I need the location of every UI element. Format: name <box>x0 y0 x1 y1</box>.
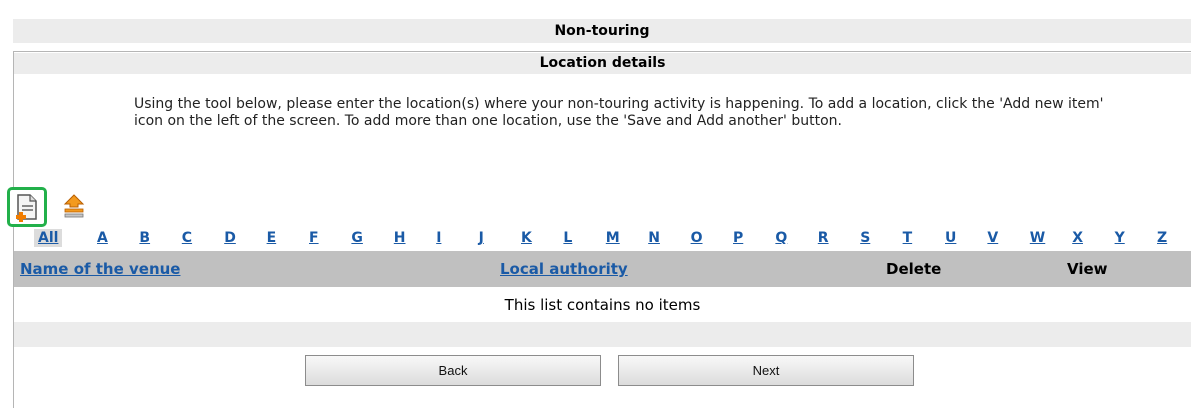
filter-letter-y[interactable]: Y <box>1115 229 1125 247</box>
filter-letter-s[interactable]: S <box>860 229 870 247</box>
filter-letter-m[interactable]: M <box>606 229 620 247</box>
filter-letter-n[interactable]: N <box>648 229 660 247</box>
filter-letter-d[interactable]: D <box>224 229 236 247</box>
filter-letter-v[interactable]: V <box>987 229 998 247</box>
column-header-view: View <box>1067 260 1108 278</box>
filter-letter-a[interactable]: A <box>97 229 108 247</box>
column-header-local-authority[interactable]: Local authority <box>500 251 628 287</box>
filter-letter-p[interactable]: P <box>733 229 743 247</box>
table-footer <box>14 322 1191 347</box>
upload-icon <box>63 194 85 218</box>
filter-letter-f[interactable]: F <box>309 229 319 247</box>
section-title: Location details <box>14 53 1191 74</box>
add-new-item-icon <box>16 194 37 222</box>
column-header-delete: Delete <box>886 260 942 278</box>
empty-list-message: This list contains no items <box>504 296 701 314</box>
filter-letter-g[interactable]: G <box>351 229 363 247</box>
instructions-text: Using the tool below, please enter the l… <box>134 96 1104 129</box>
alphabet-filter: All A B C D E F G H I J K L M N O P Q R S T U V W X Y Z <box>14 229 1191 249</box>
page-title: Non-touring <box>13 19 1191 43</box>
filter-all-link[interactable]: All <box>34 229 63 247</box>
filter-letter-r[interactable]: R <box>818 229 829 247</box>
table-header: Name of the venue Local authority Delete… <box>14 251 1191 287</box>
filter-letter-h[interactable]: H <box>394 229 406 247</box>
column-header-venue[interactable]: Name of the venue <box>20 251 180 287</box>
page: Non-touring Location details Using the t… <box>0 0 1191 408</box>
filter-letter-i[interactable]: I <box>436 229 441 247</box>
add-new-item-button[interactable] <box>7 187 47 227</box>
filter-letter-e[interactable]: E <box>267 229 277 247</box>
filter-letter-z[interactable]: Z <box>1157 229 1167 247</box>
next-button[interactable]: Next <box>618 355 914 386</box>
filter-letter-u[interactable]: U <box>945 229 956 247</box>
filter-letter-c[interactable]: C <box>182 229 192 247</box>
filter-letter-t[interactable]: T <box>903 229 913 247</box>
filter-letter-b[interactable]: B <box>139 229 150 247</box>
filter-letter-o[interactable]: O <box>691 229 703 247</box>
filter-letter-q[interactable]: Q <box>775 229 787 247</box>
filter-letter-j[interactable]: J <box>479 229 484 247</box>
filter-letter-l[interactable]: L <box>563 229 572 247</box>
filter-letter-w[interactable]: W <box>1030 229 1045 247</box>
back-button[interactable]: Back <box>305 355 601 386</box>
filter-letter-k[interactable]: K <box>521 229 532 247</box>
filter-letter-x[interactable]: X <box>1072 229 1083 247</box>
upload-button[interactable] <box>61 193 87 219</box>
